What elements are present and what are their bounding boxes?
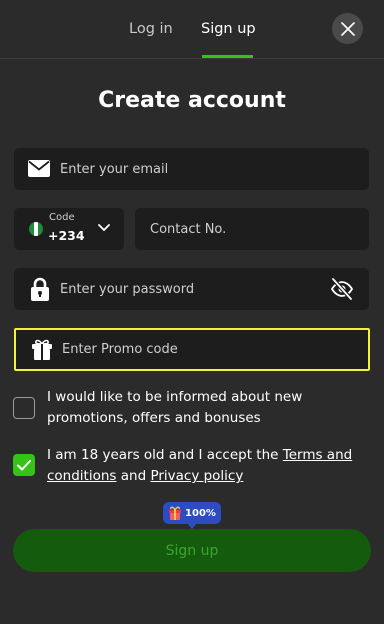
close-button[interactable] <box>332 13 363 44</box>
marketing-consent-text: I would like to be informed about new pr… <box>47 389 303 426</box>
active-tab-indicator <box>202 55 253 58</box>
page-title: Create account <box>98 88 286 113</box>
email-placeholder: Enter your email <box>60 161 169 177</box>
password-field[interactable]: Enter your password <box>14 268 369 310</box>
header-tabs: Log in Sign up <box>0 0 384 59</box>
gift-box-icon <box>169 506 182 520</box>
code-label: Code <box>49 212 75 223</box>
lock-icon <box>31 277 49 301</box>
contact-placeholder: Contact No. <box>150 221 227 237</box>
terms-checkbox[interactable] <box>13 454 35 476</box>
envelope-icon <box>28 160 50 177</box>
bonus-badge: 100% <box>163 502 221 529</box>
checkmark-icon <box>17 459 31 470</box>
tab-login[interactable]: Log in <box>129 19 173 39</box>
gift-icon <box>31 338 53 360</box>
code-value: +234 <box>48 228 85 243</box>
terms-text-middle: and <box>116 468 151 484</box>
chevron-down-icon <box>98 224 110 232</box>
promo-placeholder: Enter Promo code <box>62 342 178 357</box>
country-code-select[interactable]: Code +234 <box>14 208 124 250</box>
eye-slash-icon[interactable] <box>330 277 354 301</box>
email-field[interactable]: Enter your email <box>14 148 369 190</box>
terms-consent-text: I am 18 years old and I accept the Terms… <box>47 445 367 487</box>
close-icon <box>340 21 355 36</box>
promo-code-field[interactable]: Enter Promo code <box>14 328 370 371</box>
nigeria-flag-icon <box>29 222 43 236</box>
password-placeholder: Enter your password <box>60 281 195 297</box>
marketing-checkbox[interactable] <box>13 397 35 419</box>
signup-button[interactable]: Sign up <box>13 529 371 572</box>
tab-signup[interactable]: Sign up <box>201 19 256 39</box>
privacy-link[interactable]: Privacy policy <box>150 468 243 484</box>
contact-number-field[interactable]: Contact No. <box>135 208 369 250</box>
terms-text-before: I am 18 years old and I accept the <box>47 447 283 463</box>
badge-label: 100% <box>185 507 216 519</box>
